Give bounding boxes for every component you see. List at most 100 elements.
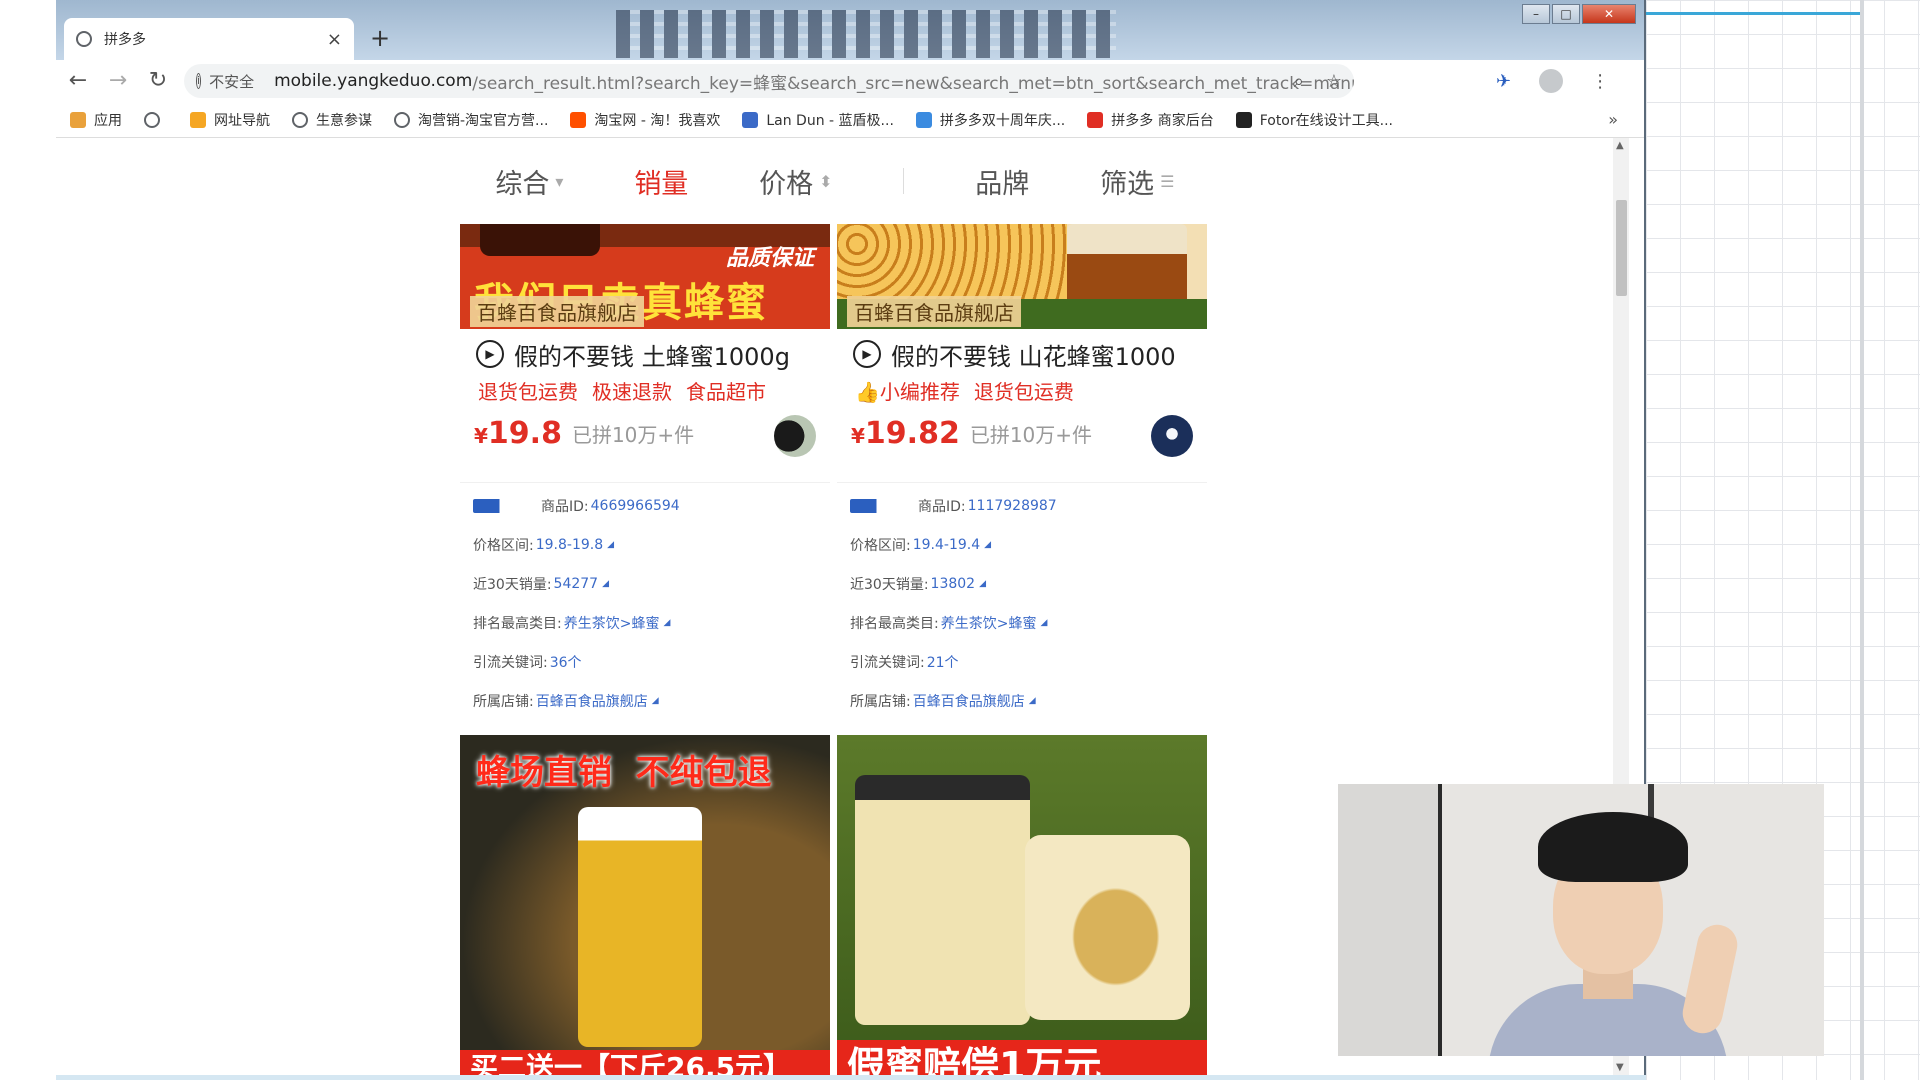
price-range-row[interactable]: 价格区间: 19.8-19.8 ◢: [473, 530, 830, 560]
address-bar[interactable]: i 不安全 mobile.yangkeduo.com/search_result…: [184, 64, 1354, 98]
profile-avatar-icon[interactable]: [1539, 69, 1564, 93]
traffic-keywords-row[interactable]: 引流关键词: 21个: [850, 647, 1207, 677]
thumbs-up-icon: 👍: [855, 379, 880, 404]
creamy-honey-jar-image: [855, 775, 1030, 1025]
play-video-icon[interactable]: ▶: [476, 340, 504, 368]
product-image[interactable]: 百蜂百食品旗舰店: [837, 224, 1207, 329]
product-image[interactable]: 蜂场直销 不纯包退 买二送一【下斤26.5元】: [460, 735, 830, 1075]
sort-tab-label: 筛选: [1100, 168, 1155, 200]
grid-canvas-edge: [1860, 0, 1864, 1080]
product-image[interactable]: 品质保证 我们只卖真蜂蜜 百蜂百食品旗舰店: [460, 224, 830, 329]
grid-canvas-top-line: [1646, 12, 1860, 15]
apps-grid-icon: [70, 111, 86, 128]
minimize-button[interactable]: –: [1522, 4, 1550, 24]
shop-row[interactable]: 所属店铺: 百蜂百食品旗舰店 ◢: [473, 686, 830, 716]
bookmarks-bar: 应用 网址导航 生意参谋 淘营销-淘宝官方营... 淘宝网 - 淘！我喜欢 Lan Dun…: [56, 102, 1644, 138]
sort-tab-sales[interactable]: 销量: [634, 162, 688, 201]
expand-corner-icon: ◢: [1040, 618, 1048, 628]
product-tag: 食品超市: [686, 379, 766, 404]
expand-corner-icon: ◢: [984, 540, 992, 550]
product-image[interactable]: 假蜜赔偿1万元: [837, 735, 1207, 1075]
product-card[interactable]: 假蜜赔偿1万元: [837, 735, 1207, 1075]
product-card[interactable]: 百蜂百食品旗舰店 ▶ 假的不要钱 山花蜂蜜1000 👍小编推荐 退货包运费 ¥1…: [837, 224, 1207, 459]
presenter-hair: [1538, 812, 1688, 882]
expand-corner-icon: ◢: [1028, 696, 1036, 706]
bookmark-label: 网址导航: [214, 112, 270, 129]
product-price: ¥19.82: [851, 415, 960, 451]
browser-menu-icon[interactable]: ⋮: [1591, 71, 1609, 92]
tab-close-icon[interactable]: ×: [327, 29, 342, 50]
expand-corner-icon: ◢: [663, 618, 671, 628]
sort-tab-label: 品牌: [975, 168, 1030, 200]
bookmark-label: 拼多多双十周年庆...: [939, 112, 1066, 129]
presenter-raised-finger: [1679, 921, 1741, 1037]
sort-tab-label: 价格: [759, 168, 814, 200]
traffic-keywords-row[interactable]: 引流关键词: 36个: [473, 647, 830, 677]
expand-corner-icon: ◢: [651, 696, 659, 706]
banner-promo-text: 品质保证: [725, 246, 814, 271]
new-tab-button[interactable]: +: [366, 24, 394, 52]
sort-tab-comprehensive[interactable]: 综合 ▾: [495, 162, 563, 201]
bookmark-item[interactable]: 生意参谋: [292, 110, 372, 130]
bookmark-label: 生意参谋: [316, 112, 372, 129]
scroll-down-icon[interactable]: ▼: [1616, 1062, 1624, 1073]
bookmark-item[interactable]: 拼多多 商家后台: [1087, 110, 1214, 130]
nav-icon: [190, 111, 206, 128]
bookmark-star-icon[interactable]: ☆: [1326, 71, 1342, 92]
bookmarks-overflow-icon[interactable]: »: [1608, 110, 1618, 129]
globe-icon: [292, 111, 308, 128]
bottom-promo-text: 假蜜赔偿1万元: [847, 1044, 1102, 1075]
extension-icon[interactable]: ✈: [1496, 71, 1511, 92]
play-video-icon[interactable]: ▶: [853, 340, 881, 368]
bookmark-item[interactable]: 网址导航: [190, 110, 270, 130]
banner-headline: 蜂场直销 不纯包退: [476, 753, 772, 793]
expand-corner-icon: ◢: [607, 540, 615, 550]
expand-corner-icon: ◢: [602, 579, 609, 589]
bookmark-item[interactable]: 淘营销-淘宝官方营...: [394, 110, 548, 130]
back-arrow-icon[interactable]: ←: [60, 63, 96, 99]
bookmark-label: Fotor在线设计工具...: [1259, 112, 1393, 129]
page-scroll-thumb[interactable]: [1616, 200, 1627, 296]
bookmark-item[interactable]: Fotor在线设计工具...: [1235, 110, 1393, 130]
zoom-search-icon[interactable]: ⌕: [1294, 71, 1304, 92]
bottom-promo-text: 买二送一【下斤26.5元】: [470, 1051, 792, 1075]
bookmark-label: 应用: [94, 112, 122, 129]
sort-tab-label: 销量: [634, 168, 689, 200]
scroll-up-icon[interactable]: ▲: [1616, 140, 1624, 151]
sales-30d-row[interactable]: 近30天销量: 13802 ◢: [850, 569, 1207, 599]
reload-icon[interactable]: ↻: [140, 63, 176, 99]
tab-title: 拼多多: [104, 32, 146, 48]
webcam-wall: [1338, 784, 1442, 1056]
close-window-button[interactable]: ✕: [1582, 4, 1636, 24]
extension-area: ✈ ⋮: [1496, 66, 1609, 96]
top-category-row[interactable]: 排名最高类目: 养生茶饮>蜂蜜 ◢: [850, 608, 1207, 638]
browser-tab[interactable]: 拼多多 ×: [64, 18, 354, 60]
paw-icon: [915, 111, 932, 128]
product-card[interactable]: 品质保证 我们只卖真蜂蜜 百蜂百食品旗舰店 ▶ 假的不要钱 土蜂蜜1000g 退…: [460, 224, 830, 459]
bookmark-item[interactable]: 淘宝网 - 淘！我喜欢: [570, 110, 720, 130]
shop-row[interactable]: 所属店铺: 百蜂百食品旗舰店 ◢: [850, 686, 1207, 716]
price-range-row[interactable]: 价格区间: 19.4-19.4 ◢: [850, 530, 1207, 560]
window-controls: – □ ✕: [1520, 4, 1636, 24]
sort-tab-price[interactable]: 价格 ⬍: [759, 162, 832, 201]
product-id-row: 商品ID: 1117928987: [850, 491, 1207, 521]
bookmark-item[interactable]: Lan Dun - 蓝盾极...: [742, 110, 894, 130]
sort-tab-filter[interactable]: 筛选 ☰: [1100, 162, 1174, 201]
top-category-row[interactable]: 排名最高类目: 养生茶饮>蜂蜜 ◢: [473, 608, 830, 638]
bookmark-item[interactable]: 应用: [70, 110, 122, 130]
site-info-icon[interactable]: i: [196, 73, 202, 89]
product-analytics-panel: 商品ID: 1117928987 价格区间: 19.4-19.4 ◢ 近30天销量: 1…: [837, 482, 1207, 732]
bookmark-label: Lan Dun - 蓝盾极...: [766, 112, 894, 129]
bookmark-item[interactable]: [144, 111, 168, 128]
bookmark-item[interactable]: 拼多多双十周年庆...: [915, 110, 1066, 130]
maximize-button[interactable]: □: [1552, 4, 1580, 24]
product-card[interactable]: 蜂场直销 不纯包退 买二送一【下斤26.5元】: [460, 735, 830, 1075]
caret-down-icon: ▾: [555, 171, 564, 191]
sort-tab-brand[interactable]: 品牌: [975, 162, 1029, 201]
forward-arrow-icon[interactable]: →: [100, 63, 136, 99]
sales-30d-row[interactable]: 近30天销量: 54277 ◢: [473, 569, 830, 599]
url-path: /search_result.html?search_key=蜂蜜&search…: [472, 73, 1354, 94]
desktop-left-area: [0, 0, 56, 1080]
titlebar-background-image: [616, 10, 1116, 58]
expand-corner-icon: ◢: [979, 579, 986, 589]
